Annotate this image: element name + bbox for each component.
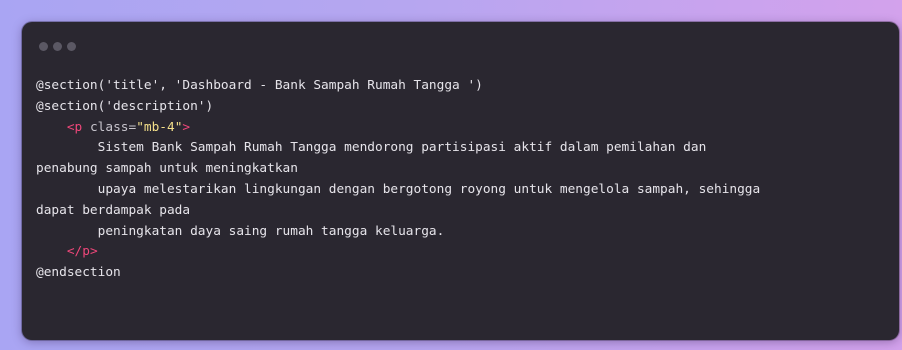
code-line-text-5: peningkatan daya saing rumah tangga kelu… xyxy=(36,222,889,243)
code-window: @section('title', 'Dashboard - Bank Samp… xyxy=(22,22,899,340)
code-line-text-4: dapat berdampak pada xyxy=(36,201,889,222)
paragraph-text-5: peningkatan daya saing rumah tangga kelu… xyxy=(36,223,445,239)
code-line-section-title: @section('title', 'Dashboard - Bank Samp… xyxy=(36,76,889,97)
p-open-tag: <p xyxy=(66,119,83,135)
code-line-section-description: @section('description') xyxy=(36,97,889,118)
code-line-text-3: upaya melestarikan lingkungan dengan ber… xyxy=(36,180,889,201)
paragraph-text-3: upaya melestarikan lingkungan dengan ber… xyxy=(36,181,761,197)
code-line-text-1: Sistem Bank Sampah Rumah Tangga mendoron… xyxy=(36,138,889,159)
p-close-tag: </p> xyxy=(66,244,98,260)
window-controls xyxy=(39,42,76,51)
code-line-endsection: @endsection xyxy=(36,263,889,284)
paragraph-text-4: dapat berdampak pada xyxy=(36,202,191,218)
window-dot-2 xyxy=(53,42,62,51)
paragraph-text-2: penabung sampah untuk meningkatkan xyxy=(36,161,298,177)
class-value: "mb-4" xyxy=(136,119,183,135)
code-block: @section('title', 'Dashboard - Bank Samp… xyxy=(36,76,889,284)
code-line-p-close: </p> xyxy=(36,242,889,263)
code-line-text-2: penabung sampah untuk meningkatkan xyxy=(36,159,889,180)
section-title-directive: @section('title', 'Dashboard - Bank Samp… xyxy=(36,78,483,93)
p-open-bracket: > xyxy=(182,119,191,135)
class-attribute: class= xyxy=(82,119,137,135)
window-dot-1 xyxy=(39,42,48,51)
code-line-p-open: <p class="mb-4"> xyxy=(36,118,889,139)
paragraph-text-1: Sistem Bank Sampah Rumah Tangga mendoron… xyxy=(36,140,707,156)
window-dot-3 xyxy=(67,42,76,51)
section-description-directive: @section('description') xyxy=(36,98,214,114)
endsection-directive: @endsection xyxy=(36,265,121,281)
